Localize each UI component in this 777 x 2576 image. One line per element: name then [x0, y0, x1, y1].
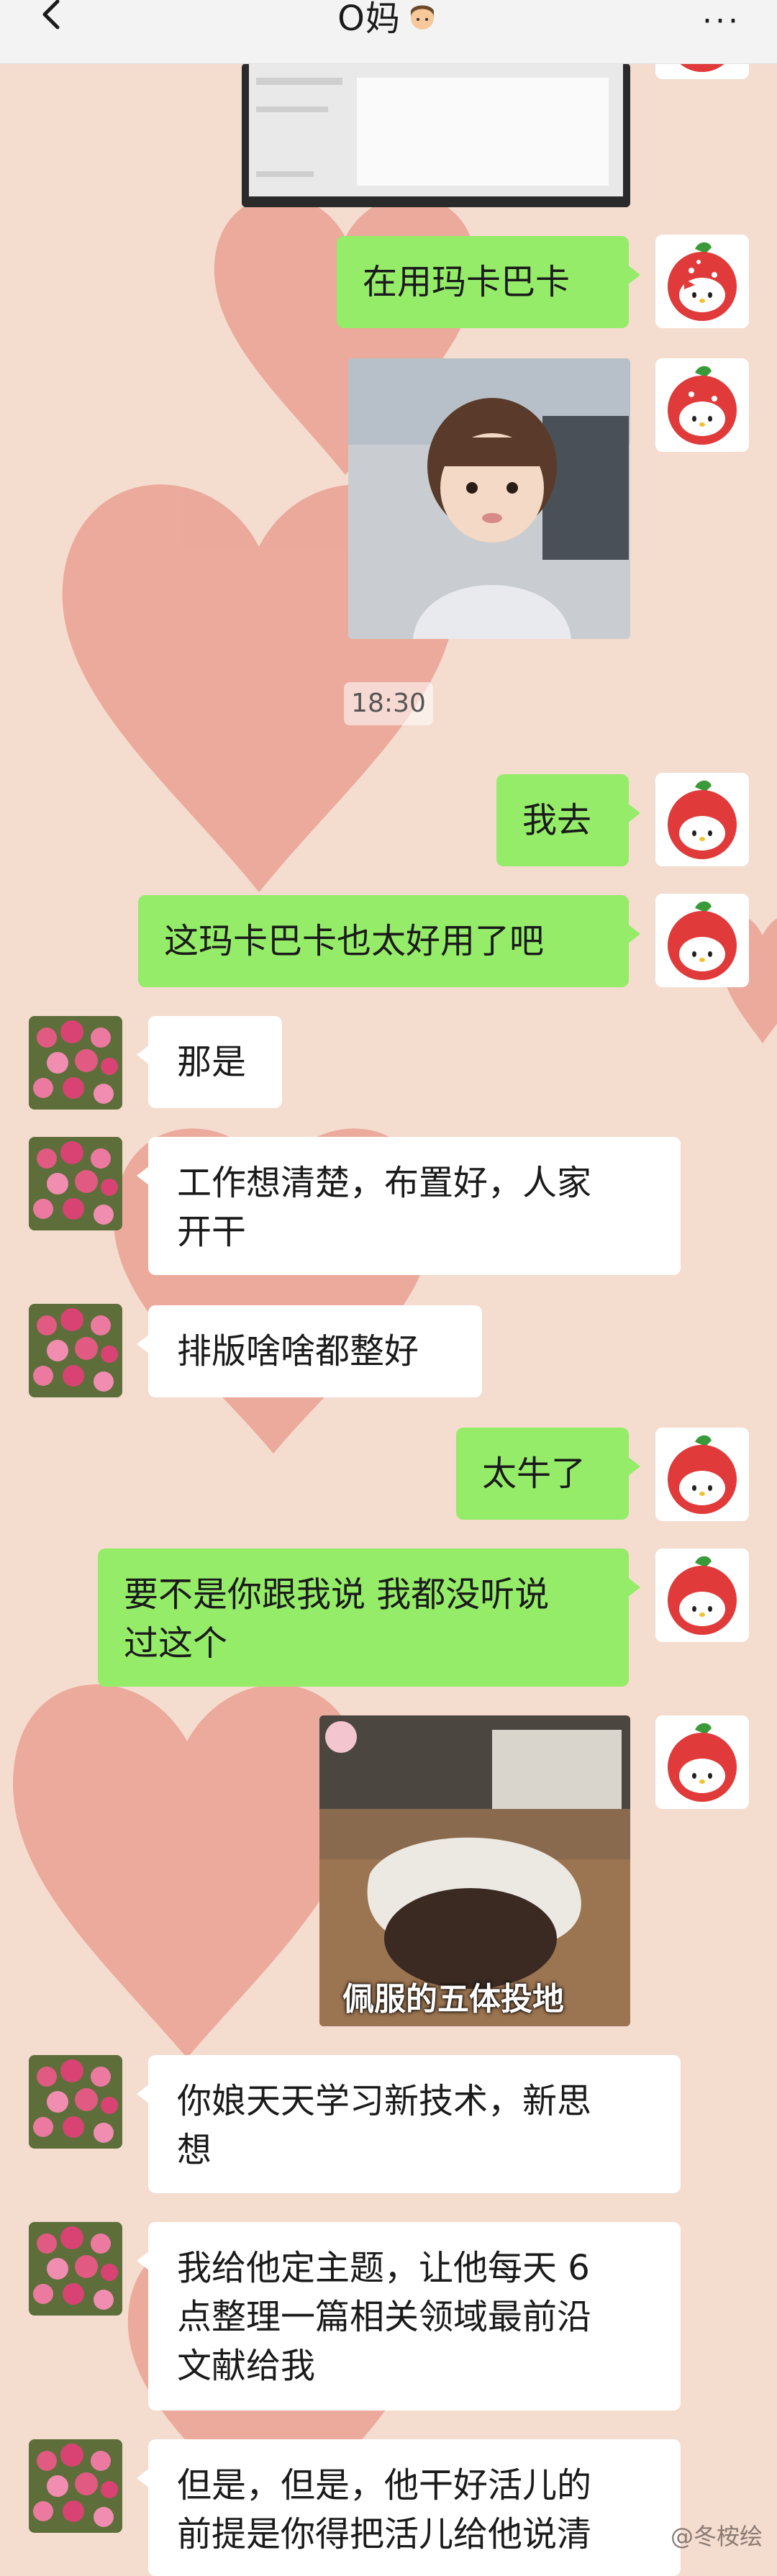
- message-text: 在用玛卡巴卡: [363, 262, 571, 302]
- message-text-line: 工作想清楚，布置好，人家: [177, 1163, 592, 1203]
- watermark: @冬桉绘: [670, 2523, 763, 2550]
- avatar-contact[interactable]: [29, 1016, 122, 1110]
- avatar-contact[interactable]: [29, 1304, 122, 1397]
- avatar-contact[interactable]: [29, 2222, 122, 2316]
- message-text-line: 过这个: [124, 1623, 228, 1664]
- message-bubble[interactable]: 那是: [137, 1016, 282, 1108]
- timestamp: 18:30: [344, 682, 433, 725]
- message-text: 我去: [522, 800, 592, 840]
- message-bubble[interactable]: 在用玛卡巴卡: [337, 236, 640, 328]
- message-bubble[interactable]: 要不是你跟我说 我都没听说 过这个: [98, 1548, 640, 1687]
- message-bubble[interactable]: 排版啥啥都整好: [137, 1305, 482, 1397]
- chat-title-text: O妈: [337, 0, 401, 39]
- message-text-line: 想: [177, 2130, 212, 2170]
- chat-header: O妈 ···: [0, 0, 777, 64]
- message-text-line: 开干: [177, 1212, 247, 1252]
- message-text-line: 前提是你得把活儿给他说清: [177, 2514, 592, 2554]
- message-text-line: 文献给我: [177, 2346, 316, 2386]
- avatar-self[interactable]: [655, 894, 749, 987]
- avatar-self[interactable]: [655, 1715, 749, 1809]
- message-text-line: 点整理一篇相关领域最前沿: [177, 2297, 592, 2337]
- message-text: 那是: [177, 1042, 247, 1082]
- message-text: 排版啥啥都整好: [177, 1331, 419, 1371]
- avatar-contact[interactable]: [29, 2055, 122, 2149]
- message-bubble[interactable]: 太牛了: [456, 1428, 640, 1520]
- message-bubble[interactable]: 这玛卡巴卡也太好用了吧: [138, 895, 640, 987]
- sticker-caption: 佩服的五体投地: [342, 1981, 564, 2018]
- message-bubble[interactable]: 我去: [496, 774, 640, 866]
- message-text: 太牛了: [482, 1453, 586, 1494]
- message-bubble[interactable]: 你娘天天学习新技术，新思 想: [137, 2055, 681, 2193]
- avatar-self[interactable]: [655, 773, 749, 866]
- message-text-line: 要不是你跟我说 我都没听说: [124, 1574, 550, 1615]
- sticker-image[interactable]: 佩服的五体投地: [319, 1715, 630, 2026]
- chat-title: O妈: [0, 0, 777, 40]
- avatar-self[interactable]: [655, 1428, 749, 1521]
- shared-screenshot-image[interactable]: [242, 63, 630, 207]
- avatar-contact[interactable]: [29, 2439, 122, 2533]
- message-bubble[interactable]: 我给他定主题，让他每天 6 点整理一篇相关领域最前沿 文献给我: [137, 2222, 681, 2411]
- message-text-line: 我给他定主题，让他每天 6: [177, 2248, 590, 2288]
- toddler-photo[interactable]: [348, 358, 630, 639]
- message-bubble[interactable]: 工作想清楚，布置好，人家 开干: [137, 1137, 681, 1275]
- woman-emoji-icon: [410, 5, 434, 30]
- message-text-line: 你娘天天学习新技术，新思: [177, 2081, 592, 2121]
- avatar-self[interactable]: [655, 235, 749, 328]
- avatar-contact[interactable]: [29, 1137, 122, 1230]
- avatar-self[interactable]: [655, 358, 749, 452]
- message-text-line: 但是，但是，他干好活儿的: [177, 2465, 592, 2505]
- message-bubble[interactable]: 但是，但是，他干好活儿的 前提是你得把活儿给他说清: [137, 2439, 681, 2576]
- more-dots-icon[interactable]: ···: [702, 3, 741, 40]
- avatar-self[interactable]: [655, 1548, 749, 1642]
- message-text: 这玛卡巴卡也太好用了吧: [164, 921, 545, 961]
